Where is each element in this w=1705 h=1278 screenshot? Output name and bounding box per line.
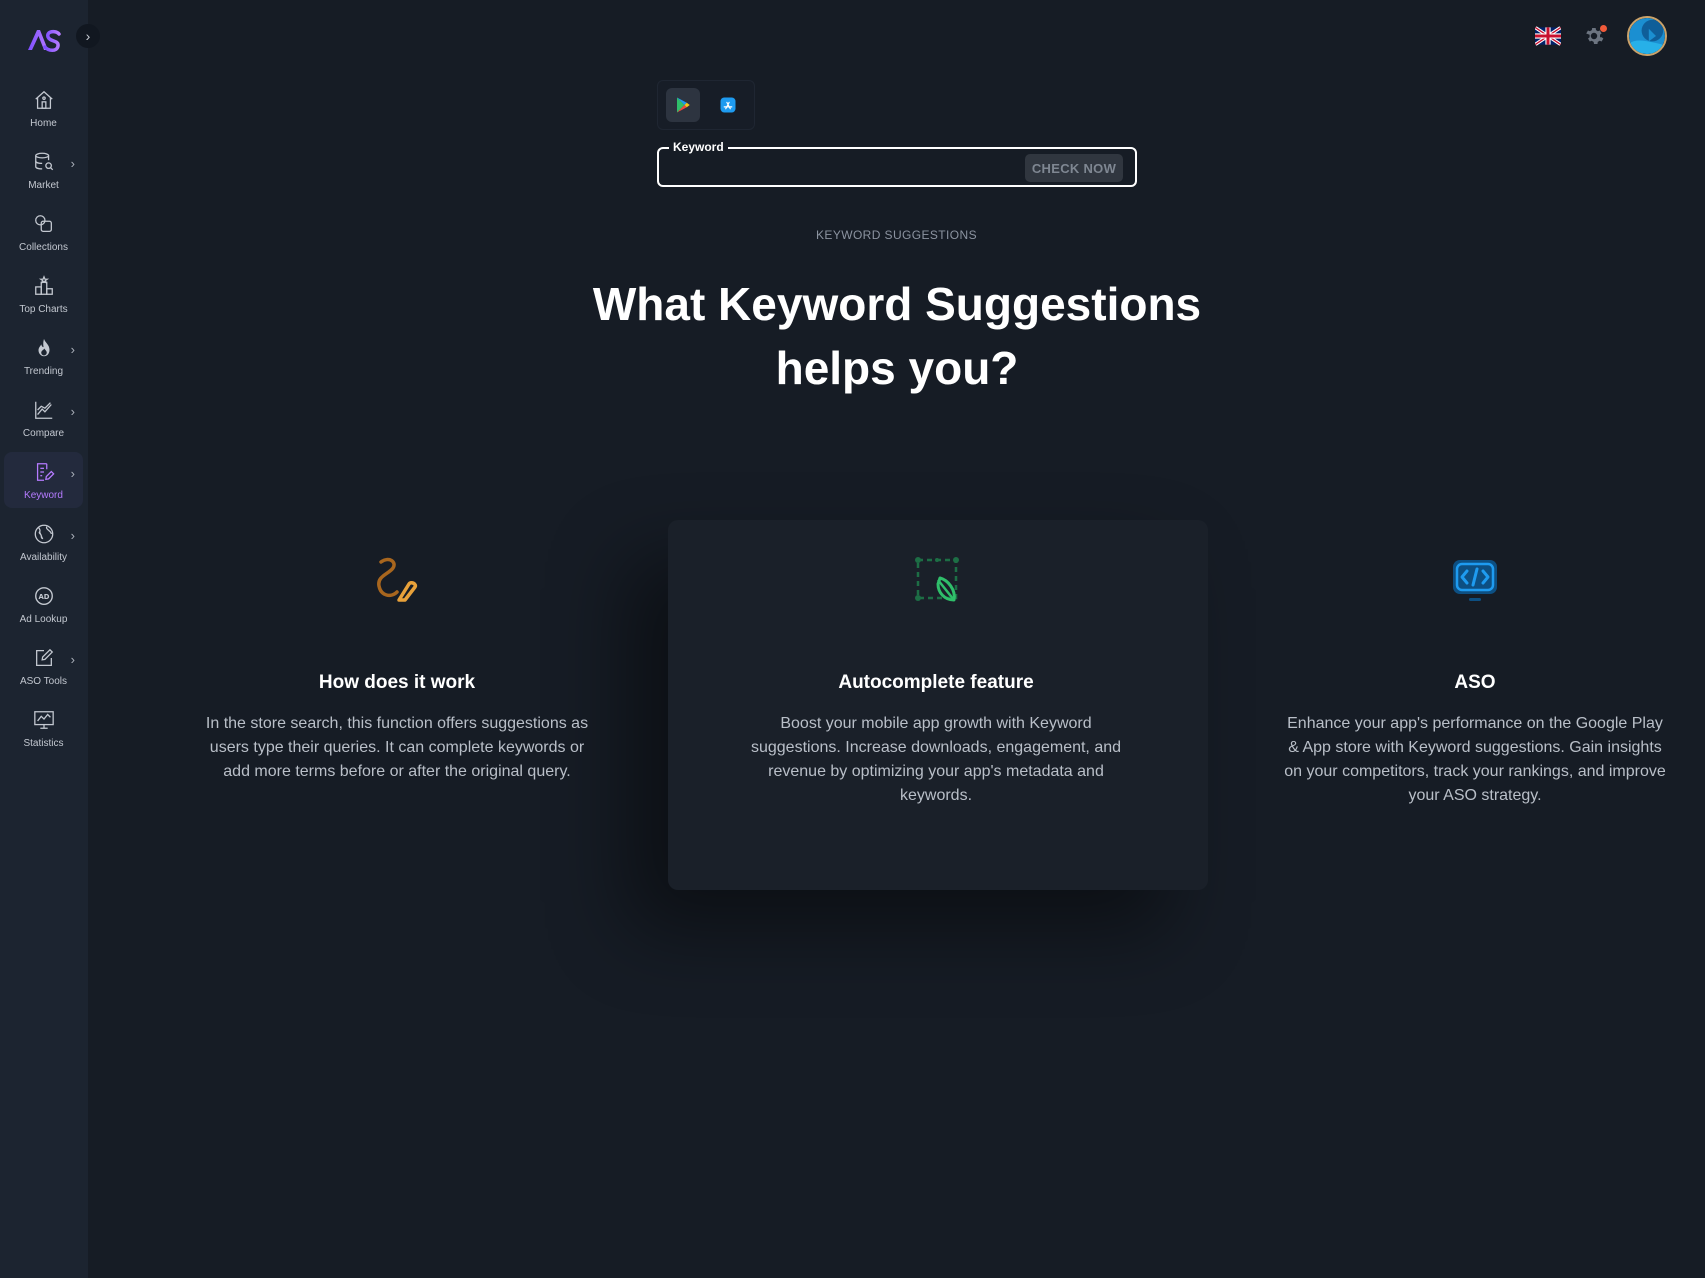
sidebar: › Home › Market Collections Top Charts ›… [0,0,100,1278]
chevron-right-icon: › [85,28,91,44]
globe-icon [32,522,56,546]
sidebar-item-label: ASO Tools [19,676,68,687]
header-controls [1535,16,1667,56]
features-section: How does it work In the store search, th… [88,520,1705,890]
uk-flag-icon[interactable] [1535,26,1561,46]
notification-dot [1600,25,1607,32]
chart-line-icon [32,398,56,422]
keyword-label: Keyword [669,140,728,154]
sidebar-item-trending[interactable]: › Trending [4,328,83,384]
chevron-right-icon: › [70,156,75,171]
sidebar-item-aso-tools[interactable]: › ASO Tools [4,638,83,694]
sidebar-item-label: Statistics [23,738,64,749]
sidebar-item-ad-lookup[interactable]: AD Ad Lookup [4,576,83,632]
keyword-input[interactable] [669,155,1009,179]
sidebar-item-label: Market [28,180,59,191]
sidebar-item-keyword[interactable]: › Keyword [4,452,83,508]
keyword-field: Keyword CHECK NOW [657,140,1137,187]
home-icon [32,88,56,112]
sidebar-item-label: Keyword [24,490,63,501]
sidebar-item-home[interactable]: Home [4,80,83,136]
edit-icon [32,646,56,670]
code-monitor-icon [1449,554,1501,606]
sidebar-expand-button[interactable]: › [76,24,100,48]
chevron-right-icon: › [70,466,75,481]
sidebar-nav: Home › Market Collections Top Charts › T… [4,80,84,762]
feature-description: Boost your mobile app growth with Keywor… [750,715,1122,804]
headline-line-1: What Keyword Suggestions [592,278,1202,330]
sidebar-item-market[interactable]: › Market [4,142,83,198]
sidebar-item-label: Trending [23,366,64,377]
chevron-right-icon: › [70,652,75,667]
section-tag: KEYWORD SUGGESTIONS [816,228,977,242]
chevron-right-icon: › [70,342,75,357]
feature-description: In the store search, this function offer… [205,715,589,780]
feature-aso: ASO Enhance your app's performance on th… [1280,554,1670,808]
app-store-icon [720,97,736,113]
svg-text:AD: AD [38,593,49,601]
feature-autocomplete: Autocomplete feature Boost your mobile a… [741,554,1131,808]
chevron-right-icon: › [70,528,75,543]
headline-line-2: helps you? [775,342,1019,394]
app-store-button[interactable] [711,88,745,122]
feature-how-it-works: How does it work In the store search, th… [202,554,592,784]
ad-icon: AD [32,584,56,608]
check-now-button[interactable]: CHECK NOW [1025,154,1123,182]
market-icon [32,150,56,174]
chevron-right-icon: › [70,404,75,419]
feature-title: How does it work [318,672,476,693]
google-play-icon [677,97,690,113]
sidebar-item-statistics[interactable]: Statistics [4,700,83,756]
sidebar-item-label: Availability [19,552,68,563]
swirl-icon [371,554,423,606]
feature-title: Autocomplete feature [838,672,1034,693]
google-play-button[interactable] [666,88,700,122]
top-charts-icon [32,274,56,298]
feature-description: Enhance your app's performance on the Go… [1284,715,1666,804]
sidebar-item-label: Ad Lookup [19,614,68,625]
store-toggle [657,80,755,130]
feature-title: ASO [1454,672,1496,693]
sidebar-item-label: Top Charts [19,304,68,315]
avatar[interactable] [1627,16,1667,56]
sidebar-item-label: Compare [22,428,65,439]
sidebar-item-availability[interactable]: › Availability [4,514,83,570]
sidebar-item-label: Home [30,118,57,129]
flame-icon [32,336,56,360]
sidebar-item-label: Collections [19,242,68,253]
statistics-icon [32,708,56,732]
keyword-icon [32,460,56,484]
app-logo[interactable] [26,26,62,54]
select-pen-icon [910,554,962,606]
sidebar-item-compare[interactable]: › Compare [4,390,83,446]
page-title: What Keyword Suggestions helps you? [580,272,1214,400]
sidebar-item-top-charts[interactable]: Top Charts [4,266,83,322]
settings-button[interactable] [1581,23,1607,49]
